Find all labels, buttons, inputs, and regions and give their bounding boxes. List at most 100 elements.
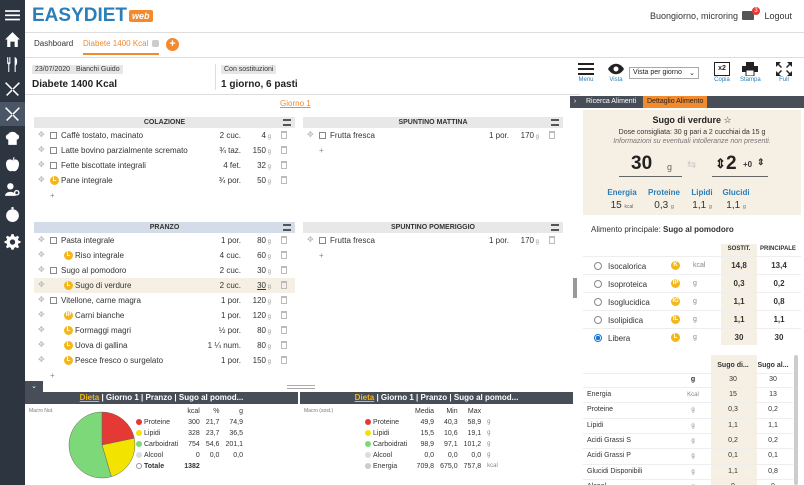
drag-handle-icon[interactable]: ✥ (38, 326, 45, 334)
meal-menu-icon[interactable] (283, 224, 291, 231)
add-tab-button[interactable]: + (166, 38, 179, 51)
food-row[interactable]: ✥ L Riso integrale 4 cuc. 60 g (34, 248, 295, 263)
trash-icon[interactable] (281, 251, 287, 259)
tab-dettaglio-alimento[interactable]: Dettaglio Alimento (643, 96, 708, 108)
food-checkbox[interactable] (50, 267, 57, 274)
trash-icon[interactable] (281, 236, 287, 244)
food-row[interactable]: ✥ Pasta integrale 1 por. 80 g (34, 233, 295, 248)
trash-icon[interactable] (281, 131, 287, 139)
swap-arrows-icon[interactable]: ⇆ (687, 158, 696, 171)
substitution-option[interactable]: Libera Lg 30 30 (583, 328, 801, 346)
crumb-pasto[interactable]: Pranzo (146, 393, 173, 402)
substitution-option[interactable]: Isolipidica IL g 1,1 1,1 (583, 310, 801, 328)
food-name[interactable]: Pane integrale (61, 173, 113, 188)
diet-plan-icon[interactable] (4, 105, 21, 122)
food-name[interactable]: Caffè tostato, macinato (61, 128, 143, 143)
drag-handle-icon[interactable]: ✥ (38, 131, 45, 139)
trash-icon[interactable] (549, 131, 555, 139)
tab-ricerca-alimenti[interactable]: Ricerca Alimenti (582, 96, 640, 108)
food-row[interactable]: ✥ L Pane integrale ¾ por. 50 g (34, 173, 295, 188)
food-checkbox[interactable] (319, 237, 326, 244)
crumb-giorno[interactable]: Giorno 1 (106, 393, 139, 402)
crumb-dieta[interactable]: Dieta (80, 393, 100, 402)
vertical-splitter[interactable] (573, 278, 577, 298)
food-checkbox[interactable] (50, 237, 57, 244)
view-mode-select[interactable]: Vista per giorno ⌄ (629, 67, 699, 79)
tab-close-icon[interactable] (152, 40, 160, 48)
crumb-alimento[interactable]: Sugo al pomod... (454, 393, 518, 402)
restaurant-icon[interactable] (4, 80, 21, 97)
timer-icon[interactable] (4, 206, 21, 223)
drag-handle-icon[interactable]: ✥ (38, 266, 45, 274)
drag-handle-icon[interactable]: ✥ (38, 281, 45, 289)
food-row[interactable]: ✥ Frutta fresca 1 por. 170 g (303, 128, 563, 143)
food-checkbox[interactable] (50, 162, 57, 169)
drag-handle-icon[interactable]: ✥ (38, 311, 45, 319)
tab-diet[interactable]: Diabete 1400 Kcal (83, 39, 160, 55)
food-checkbox[interactable] (50, 297, 57, 304)
food-name[interactable]: Latte bovino parzialmente scremato (61, 143, 188, 158)
drag-handle-icon[interactable]: ✥ (38, 356, 45, 364)
food-name[interactable]: Carni bianche (75, 308, 124, 323)
menu-button[interactable]: Menu (578, 62, 594, 83)
cutlery-icon[interactable] (4, 56, 21, 73)
drag-handle-icon[interactable]: ✥ (38, 236, 45, 244)
substitution-option[interactable]: Isocalorica Kkcal 14,8 13,4 (583, 256, 801, 274)
crumb-alimento[interactable]: Sugo al pomod... (179, 393, 243, 402)
substitution-radio[interactable] (594, 334, 602, 342)
print-button[interactable]: Stampa (740, 62, 761, 83)
drag-handle-icon[interactable]: ✥ (38, 296, 45, 304)
plus-icon[interactable]: + (50, 188, 55, 203)
trash-icon[interactable] (281, 161, 287, 169)
trash-icon[interactable] (281, 356, 287, 364)
meal-menu-icon[interactable] (283, 119, 291, 126)
trash-icon[interactable] (281, 281, 287, 289)
gear-icon[interactable] (4, 233, 21, 250)
crumb-pasto[interactable]: Pranzo (421, 393, 448, 402)
collapse-panel-handle[interactable]: ⌄ (25, 381, 43, 392)
drag-handle-icon[interactable]: ✥ (38, 161, 45, 169)
food-name[interactable]: Sugo al pomodoro (61, 263, 126, 278)
food-row[interactable]: ✥ L Formaggi magri ½ por. 80 g (34, 323, 295, 338)
add-food-button[interactable]: + (303, 143, 563, 158)
food-name[interactable]: Pesce fresco o surgelato (75, 353, 163, 368)
trash-icon[interactable] (281, 146, 287, 154)
food-row[interactable]: ✥ Vitellone, carne magra 1 por. 120 g (34, 293, 295, 308)
plus-icon[interactable]: + (50, 368, 55, 383)
trash-icon[interactable] (281, 311, 287, 319)
trash-icon[interactable] (281, 341, 287, 349)
day-label[interactable]: Giorno 1 (280, 99, 311, 108)
food-name[interactable]: Fette biscottate integrali (61, 158, 146, 173)
star-icon[interactable]: ☆ (723, 115, 731, 125)
trash-icon[interactable] (281, 296, 287, 304)
food-row[interactable]: ✥ L Uova di gallina 1 ¼ num. 80 g (34, 338, 295, 353)
copy-button[interactable]: x2 Copia (714, 62, 730, 83)
add-food-button[interactable]: + (303, 248, 563, 263)
plus-icon[interactable]: + (319, 143, 324, 158)
drag-handle-icon[interactable]: ✥ (307, 131, 314, 139)
fraction-stepper-icon[interactable]: ⇕ (757, 157, 765, 168)
home-icon[interactable] (4, 31, 21, 48)
apple-icon[interactable] (4, 156, 21, 173)
grams-input[interactable]: 30 g (619, 153, 682, 177)
substitution-option[interactable]: Isoproteica IP g 0,3 0,2 (583, 274, 801, 292)
add-food-button[interactable]: + (34, 368, 295, 383)
food-row[interactable]: ✥ IP Carni bianche 1 por. 120 g (34, 308, 295, 323)
food-name[interactable]: Formaggi magri (75, 323, 131, 338)
food-row[interactable]: ✥ L Pesce fresco o surgelato 1 por. 150 g (34, 353, 295, 368)
meal-menu-icon[interactable] (551, 224, 559, 231)
hamburger-menu-icon[interactable] (4, 7, 21, 24)
food-row[interactable]: ✥ Fette biscottate integrali 4 fet. 32 g (34, 158, 295, 173)
meal-menu-icon[interactable] (551, 119, 559, 126)
portions-stepper[interactable]: ⇕ 2 +0 ⇕ (712, 153, 768, 177)
food-checkbox[interactable] (50, 147, 57, 154)
food-name[interactable]: Frutta fresca (330, 128, 375, 143)
fullscreen-button[interactable]: Full (776, 62, 792, 83)
food-checkbox[interactable] (50, 132, 57, 139)
drag-handle-icon[interactable]: ✥ (307, 236, 314, 244)
food-row[interactable]: ✥ Caffè tostato, macinato 2 cuc. 4 g (34, 128, 295, 143)
chef-hat-icon[interactable] (4, 130, 21, 147)
trash-icon[interactable] (281, 266, 287, 274)
drag-handle-icon[interactable]: ✥ (38, 251, 45, 259)
substitution-option[interactable]: Isoglucidica IG g 1,1 0,8 (583, 292, 801, 310)
